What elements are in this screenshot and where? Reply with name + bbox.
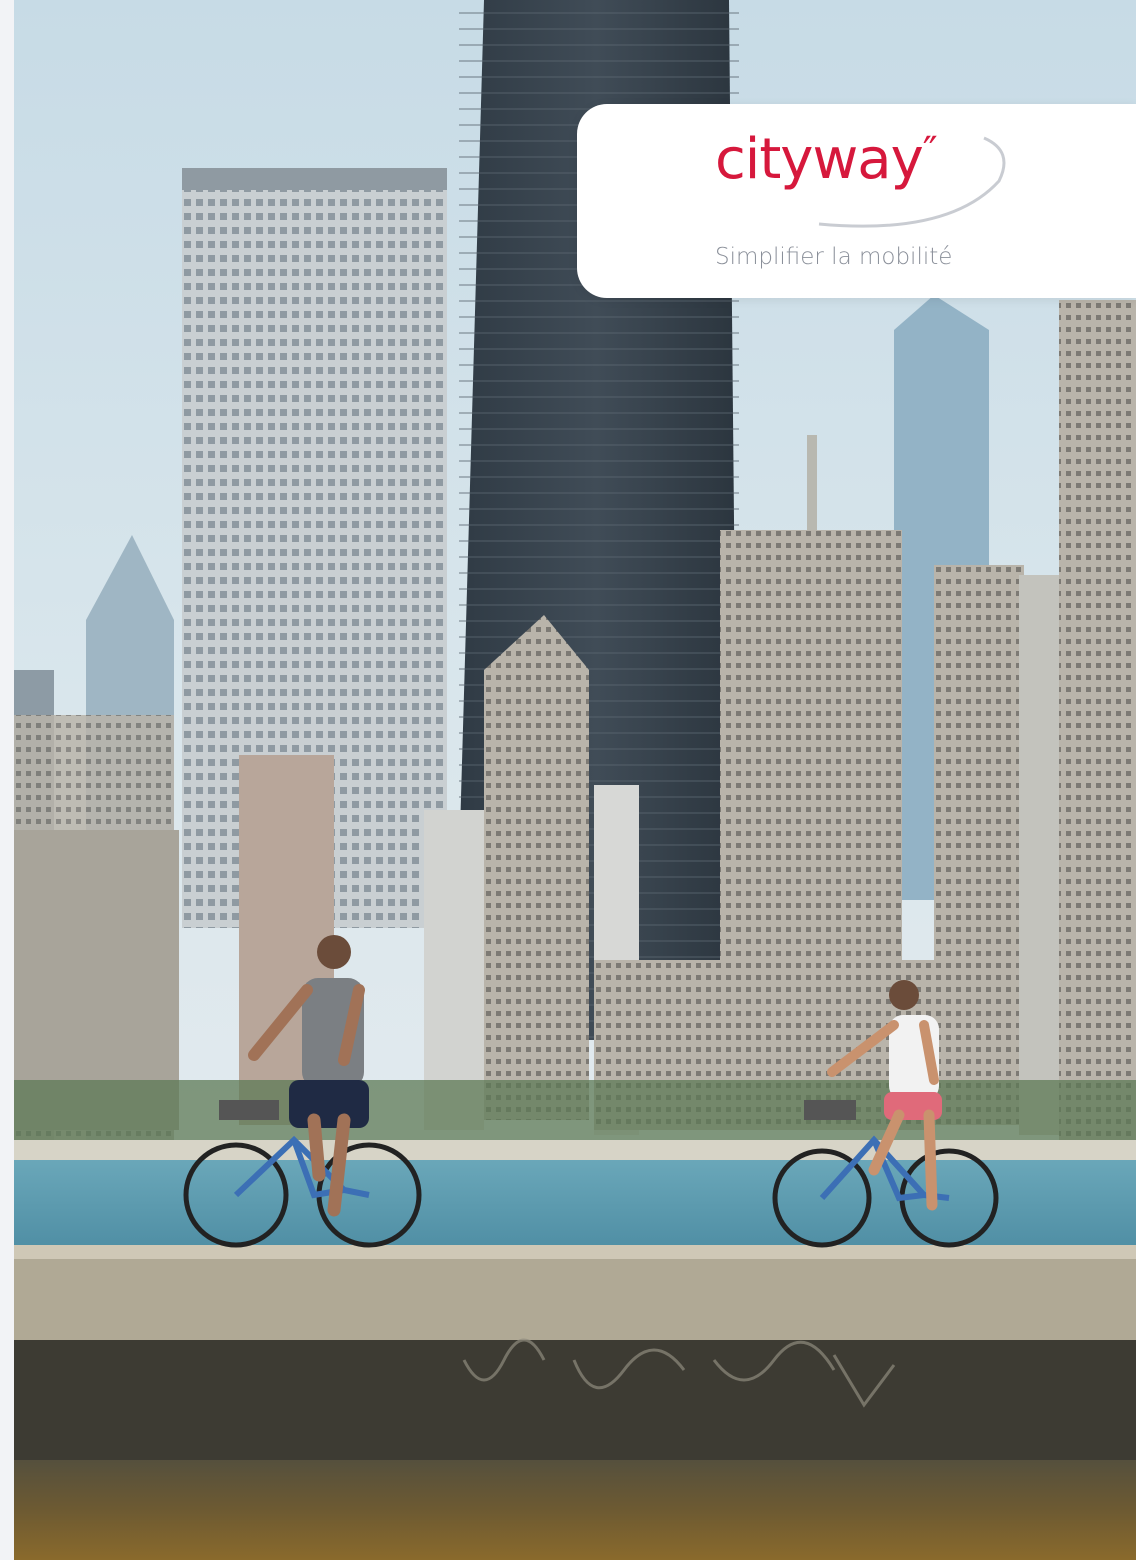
- left-margin: [0, 0, 14, 1560]
- page: cityway″ Simplifier la mobilité: [0, 0, 1136, 1560]
- right-tower: [1059, 300, 1136, 1160]
- lake: [14, 1160, 1136, 1250]
- reflection-water: [14, 1460, 1136, 1560]
- logo-card: cityway″ Simplifier la mobilité: [577, 104, 1136, 298]
- swoosh-icon: [818, 136, 1006, 228]
- brand-tagline: Simplifier la mobilité: [715, 244, 953, 270]
- treeline: [14, 1080, 1136, 1150]
- pier-base: [14, 1340, 1136, 1460]
